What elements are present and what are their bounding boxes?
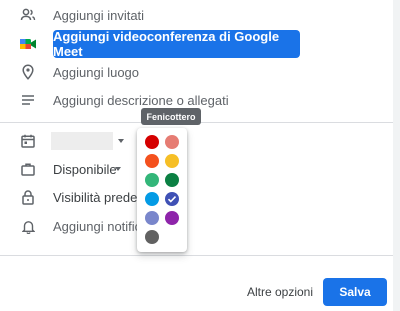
add-location-label: Aggiungi luogo	[53, 64, 140, 80]
people-icon	[18, 3, 38, 27]
google-meet-icon	[18, 32, 38, 56]
location-pin-icon	[18, 60, 38, 84]
footer-divider	[0, 255, 393, 256]
add-description-label: Aggiungi descrizione o allegati	[53, 92, 229, 108]
scrollbar[interactable]	[393, 0, 400, 311]
lock-icon	[18, 185, 38, 209]
color-swatch-mandarino[interactable]	[145, 154, 159, 168]
color-palette-popup	[137, 128, 187, 252]
add-guests-label: Aggiungi invitati	[53, 7, 145, 23]
calendar-chevron-down-icon[interactable]	[118, 139, 124, 143]
color-swatch-grafite[interactable]	[145, 230, 159, 244]
color-tooltip: Fenicottero	[141, 108, 201, 125]
calendar-select[interactable]	[51, 132, 113, 150]
add-guests-row[interactable]: Aggiungi invitati	[0, 3, 380, 27]
add-location-row[interactable]: Aggiungi luogo	[0, 60, 380, 84]
color-swatch-salvia[interactable]	[145, 173, 159, 187]
availability-row[interactable]: Disponibile	[0, 157, 380, 181]
description-icon	[18, 88, 38, 112]
color-swatch-banana[interactable]	[165, 154, 179, 168]
color-swatch-basilico[interactable]	[165, 173, 179, 187]
bell-icon	[18, 214, 38, 238]
color-swatch-pomodoro[interactable]	[145, 135, 159, 149]
color-swatch-fenicottero[interactable]	[165, 135, 179, 149]
visibility-row[interactable]: Visibilità predefin	[0, 185, 380, 209]
color-swatch-pavone[interactable]	[145, 192, 159, 206]
add-notification-label: Aggiungi notifica	[53, 218, 149, 234]
event-details-panel: Aggiungi invitati Aggiungi videoconferen…	[0, 0, 394, 311]
color-swatch-vinaccia[interactable]	[165, 211, 179, 225]
check-icon	[165, 192, 179, 206]
more-options-button[interactable]: Altre opzioni	[240, 283, 320, 301]
availability-chevron-down-icon[interactable]	[115, 167, 121, 171]
color-swatch-mirtillo[interactable]	[165, 192, 179, 206]
add-notification-row[interactable]: Aggiungi notifica	[0, 214, 380, 238]
availability-select[interactable]: Disponibile	[53, 162, 117, 177]
save-button[interactable]: Salva	[323, 278, 387, 306]
briefcase-icon	[18, 157, 38, 181]
calendar-icon	[18, 129, 38, 153]
color-swatch-lavanda[interactable]	[145, 211, 159, 225]
add-meet-button[interactable]: Aggiungi videoconferenza di Google Meet	[53, 29, 300, 59]
